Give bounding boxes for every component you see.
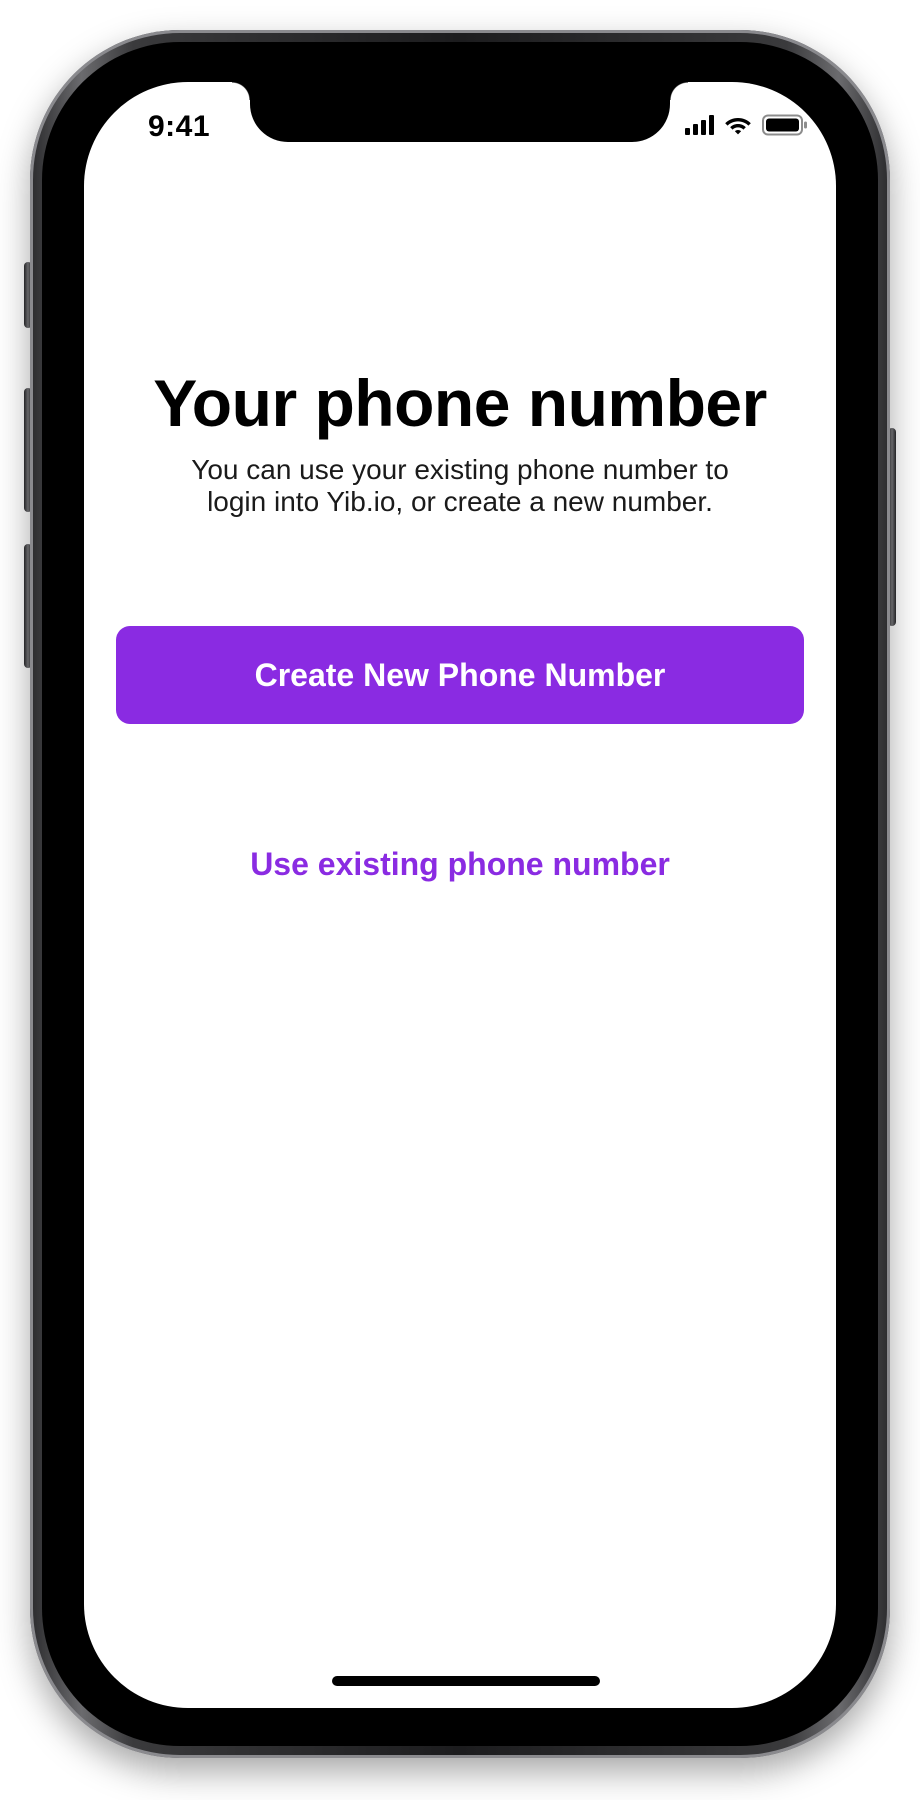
create-new-phone-number-button[interactable]: Create New Phone Number [116,626,804,724]
status-icons [685,114,808,136]
page-subtitle: You can use your existing phone number t… [124,454,796,518]
page-title: Your phone number [153,366,767,440]
stage: 9:41 Your phone number You can use your [0,0,920,1800]
notch [232,82,688,142]
home-indicator[interactable] [332,1676,600,1686]
subtitle-line-2: login into Yib.io, or create a new numbe… [207,486,713,517]
use-existing-phone-number-link[interactable]: Use existing phone number [84,846,836,883]
battery-icon [762,114,807,136]
status-time: 9:41 [148,110,211,143]
phone-screen: 9:41 Your phone number You can use your [84,82,836,1708]
subtitle-line-1: You can use your existing phone number t… [191,454,729,485]
cellular-signal-icon [685,115,714,135]
wifi-icon [725,118,751,135]
